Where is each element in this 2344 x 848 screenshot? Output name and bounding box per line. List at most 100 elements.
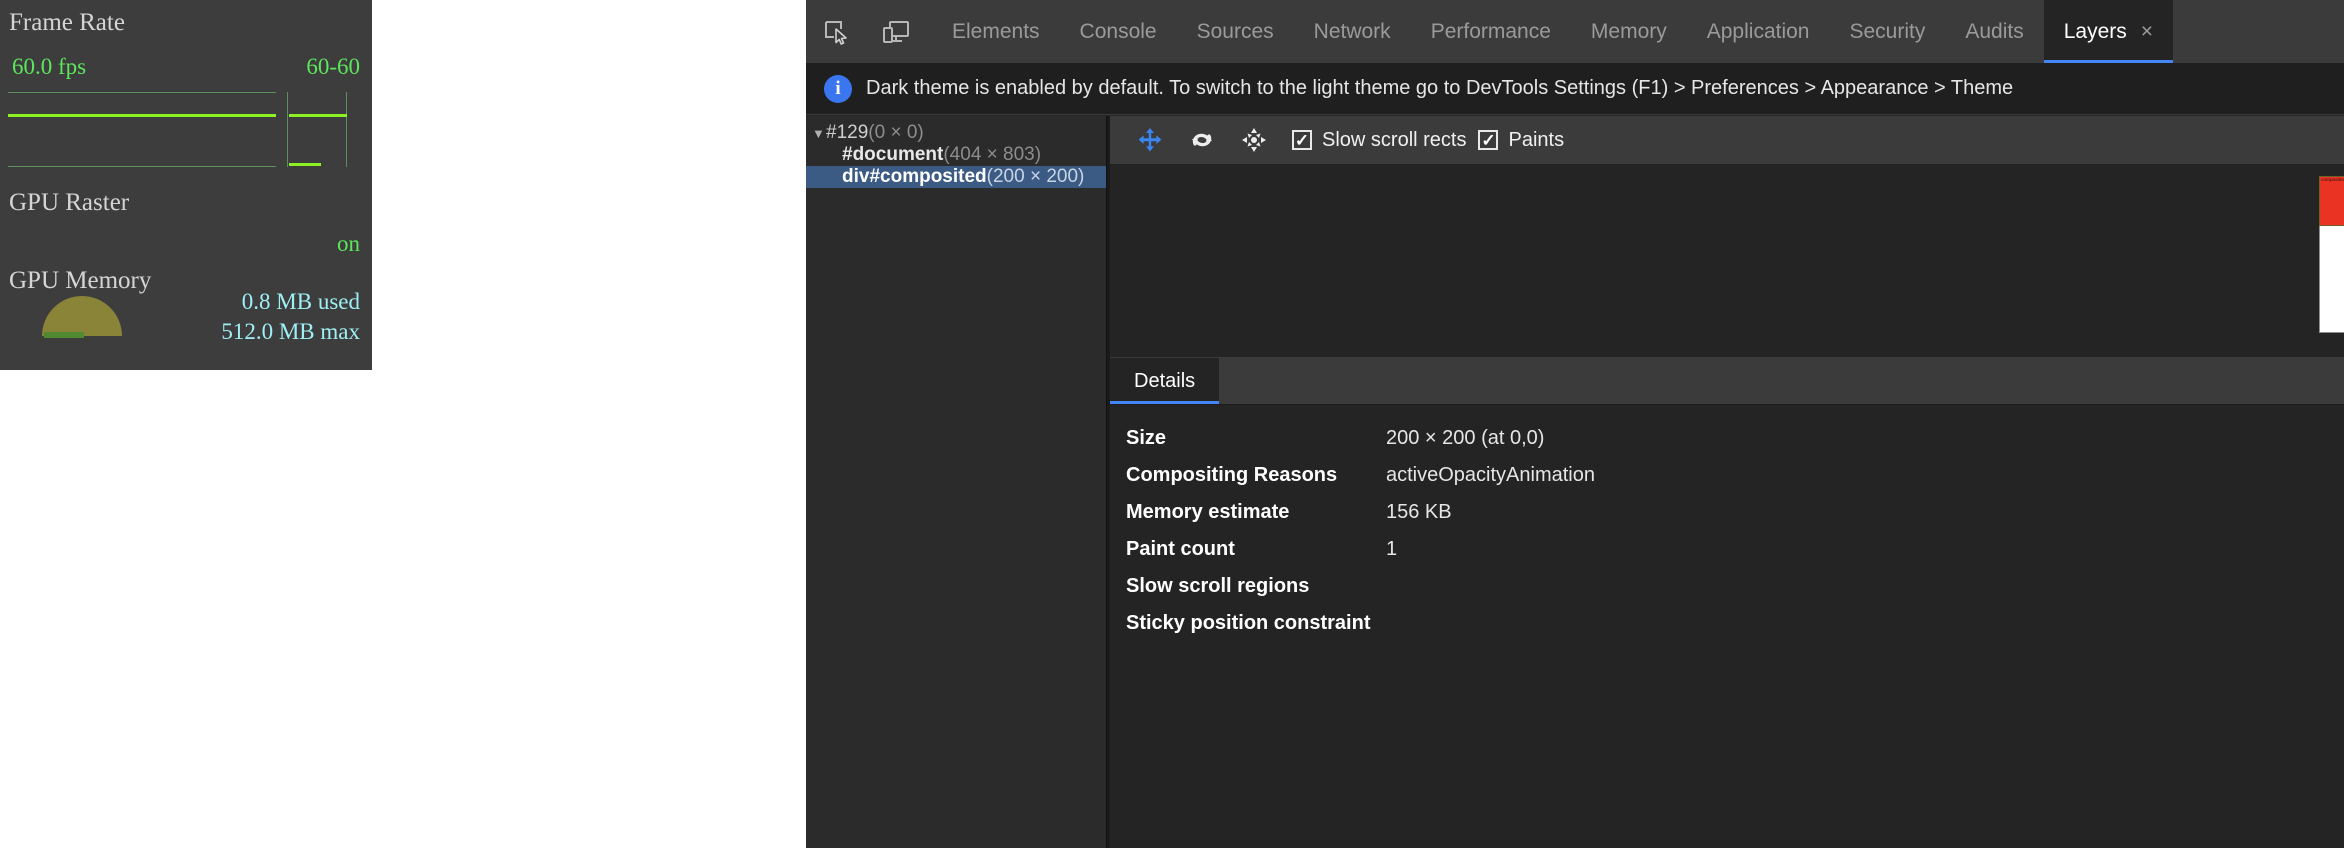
details-tabbar: Details xyxy=(1110,358,2344,405)
layer-details-table: Size 200 × 200 (at 0,0) Compositing Reason… xyxy=(1110,405,2344,649)
gauge-dome xyxy=(42,296,122,336)
tab-label: Security xyxy=(1849,19,1926,43)
tab-label: Performance xyxy=(1430,19,1551,43)
layer-node-name: div#composited xyxy=(842,166,987,187)
pan-mode-icon[interactable] xyxy=(1124,116,1176,164)
detail-value: activeOpacityAnimation xyxy=(1386,464,1595,486)
detail-key: Size xyxy=(1126,427,1167,449)
detail-value: 1 xyxy=(1386,538,1398,560)
gpu-memory-title: GPU Memory xyxy=(9,267,152,294)
layer-node-dimensions: (200 × 200) xyxy=(986,166,1085,187)
tab-application[interactable]: Application xyxy=(1687,0,1830,63)
layer-node-dimensions: (0 × 0) xyxy=(868,122,924,143)
layer-tree-row[interactable]: #document(404 × 803) xyxy=(806,144,1106,166)
frame-rate-histogram xyxy=(287,92,347,167)
tab-performance[interactable]: Performance xyxy=(1411,0,1571,63)
slow-scroll-rects-label: Slow scroll rects xyxy=(1322,128,1467,151)
detail-row: Sticky position constraint xyxy=(1126,612,2344,649)
histogram-bar-upper xyxy=(289,114,347,117)
histogram-bar-lower xyxy=(289,163,321,166)
devtools-tabbar: Elements Console Sources Network Performance… xyxy=(806,0,2344,63)
tab-audits[interactable]: Audits xyxy=(1945,0,2043,63)
detail-key: Slow scroll regions xyxy=(1126,575,1310,597)
gpu-raster-title: GPU Raster xyxy=(9,189,130,216)
tab-security[interactable]: Security xyxy=(1829,0,1945,63)
tab-sources[interactable]: Sources xyxy=(1177,0,1294,63)
layer-viewer-column: ✓ Slow scroll rects ✓ Paints composited … xyxy=(1110,116,2344,848)
tab-label: Memory xyxy=(1590,19,1667,43)
fps-overlay-panel: Frame Rate 60.0 fps 60-60 GPU Raster on … xyxy=(0,0,372,364)
gauge-needle xyxy=(44,332,84,338)
checkbox-box: ✓ xyxy=(1478,130,1499,150)
detail-value: 200 × 200 (at 0,0) xyxy=(1386,427,1545,449)
layer-3d-canvas[interactable]: composited – animation xyxy=(1110,164,2344,357)
layer-node-name: #document xyxy=(842,144,944,165)
device-toolbar-icon[interactable] xyxy=(866,0,926,63)
layer-details-pane: Details Size 200 × 200 (at 0,0) Compositin… xyxy=(1110,357,2344,848)
detail-row: Size 200 × 200 (at 0,0) xyxy=(1126,427,2344,464)
inspect-element-icon[interactable] xyxy=(806,0,866,63)
detail-key: Sticky position constraint xyxy=(1126,612,1371,634)
tab-label: Network xyxy=(1313,19,1391,43)
paint-profiler-label: composited – animation xyxy=(2321,177,2344,183)
detail-row: Memory estimate 156 KB xyxy=(1126,501,2344,538)
paints-label: Paints xyxy=(1508,128,1565,151)
histogram-axis-left xyxy=(287,92,288,167)
rotate-mode-icon[interactable] xyxy=(1176,116,1228,164)
document-layer-visual[interactable]: composited – animation xyxy=(2319,176,2344,333)
frame-rate-gridline-top xyxy=(8,92,276,93)
detail-value: 156 KB xyxy=(1386,501,1452,523)
disclosure-triangle-icon[interactable]: ▼ xyxy=(812,123,826,145)
gpu-memory-gauge-icon xyxy=(42,296,122,338)
detail-row: Slow scroll regions xyxy=(1126,575,2344,612)
layer-node-dimensions: (404 × 803) xyxy=(943,144,1042,165)
tab-label: Console xyxy=(1079,19,1157,43)
reset-view-icon[interactable] xyxy=(1228,116,1280,164)
paints-checkbox[interactable]: ✓ Paints xyxy=(1478,129,1564,152)
tab-label: Sources xyxy=(1196,19,1274,43)
frame-rate-range-value: 60-60 xyxy=(306,54,360,79)
detail-key: Paint count xyxy=(1126,538,1235,560)
tab-network[interactable]: Network xyxy=(1294,0,1411,63)
frame-rate-current-value: 60.0 fps xyxy=(12,54,87,79)
detail-key: Memory estimate xyxy=(1126,501,1290,523)
histogram-axis-right xyxy=(346,92,347,167)
frame-rate-graph xyxy=(8,92,276,167)
frame-rate-gridline-bottom xyxy=(8,166,276,167)
tab-details[interactable]: Details xyxy=(1110,358,1220,404)
tab-label: Audits xyxy=(1965,19,2024,43)
check-icon: ✓ xyxy=(1294,130,1310,150)
slow-scroll-rects-checkbox[interactable]: ✓ Slow scroll rects xyxy=(1292,129,1466,152)
tab-elements[interactable]: Elements xyxy=(932,0,1060,63)
gpu-memory-max-value: 512.0 MB max xyxy=(221,319,360,344)
layer-node-name: #129 xyxy=(826,122,869,143)
dark-theme-infobar: i Dark theme is enabled by default. To s… xyxy=(806,63,2344,115)
tab-memory[interactable]: Memory xyxy=(1571,0,1687,63)
layer-viewer-toolbar: ✓ Slow scroll rects ✓ Paints xyxy=(1110,116,2344,164)
detail-row: Paint count 1 xyxy=(1126,538,2344,575)
checkbox-box: ✓ xyxy=(1292,130,1312,150)
tab-layers[interactable]: Layers × xyxy=(2043,0,2174,63)
tab-label: Layers xyxy=(2063,19,2127,43)
frame-rate-plot-line xyxy=(8,114,276,117)
composited-layer-visual[interactable]: composited – animation xyxy=(2319,176,2344,226)
infobar-message: Dark theme is enabled by default. To swi… xyxy=(866,77,2014,99)
frame-rate-title: Frame Rate xyxy=(9,9,125,36)
check-icon: ✓ xyxy=(1481,130,1496,150)
layer-tree[interactable]: ▼#129(0 × 0) #document(404 × 803) div#comp… xyxy=(806,116,1107,848)
devtools-tab-list: Elements Console Sources Network Performance… xyxy=(932,0,2174,63)
devtools-window: Elements Console Sources Network Performance… xyxy=(806,0,2344,848)
detail-row: Compositing Reasons activeOpacityAnimatio… xyxy=(1126,464,2344,501)
tab-label: Application xyxy=(1706,19,1810,43)
gpu-raster-value: on xyxy=(337,231,360,256)
fps-performance-overlay: Frame Rate 60.0 fps 60-60 GPU Raster on … xyxy=(0,0,372,370)
detail-key: Compositing Reasons xyxy=(1126,464,1338,486)
layers-panel-body: ▼#129(0 × 0) #document(404 × 803) div#comp… xyxy=(806,116,2344,848)
tab-console[interactable]: Console xyxy=(1060,0,1177,63)
info-icon: i xyxy=(824,74,852,103)
layer-tree-row[interactable]: ▼#129(0 × 0) xyxy=(806,122,1106,144)
close-icon[interactable]: × xyxy=(2141,21,2153,42)
layer-tree-row[interactable]: div#composited(200 × 200) xyxy=(806,166,1106,188)
tab-label: Elements xyxy=(952,19,1040,43)
gpu-memory-used-value: 0.8 MB used xyxy=(241,289,360,314)
